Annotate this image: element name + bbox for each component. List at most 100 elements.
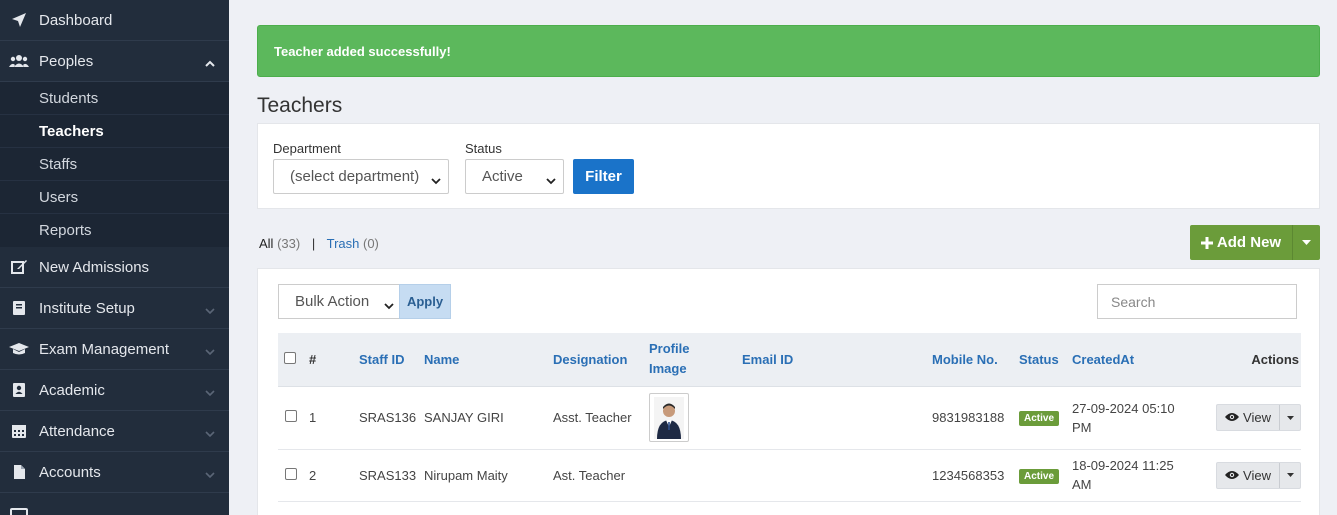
status-label: Status: [465, 141, 502, 156]
sidebar-item-label: Peoples: [39, 52, 94, 70]
view-filters: All (33) | Trash (0): [259, 236, 379, 251]
header-created[interactable]: CreatedAt: [1072, 333, 1205, 387]
filter-button[interactable]: Filter: [573, 159, 634, 194]
view-dropdown-toggle[interactable]: [1280, 405, 1300, 430]
edit-icon: [9, 258, 29, 276]
view-all-count: (33): [277, 236, 301, 251]
header-profile-image[interactable]: Profile Image: [649, 333, 742, 387]
row-mobile: 9831983188: [932, 386, 1019, 450]
select-all-checkbox[interactable]: [284, 351, 296, 364]
main-content: Teacher added successfully! Teachers Dep…: [229, 0, 1337, 515]
select-all-cell: [278, 333, 301, 387]
chevron-down-icon: [384, 297, 394, 314]
caret-down-icon: [1286, 415, 1294, 420]
row-checkbox[interactable]: [285, 467, 297, 480]
row-created-line1: 27-09-2024 05:10: [1072, 400, 1175, 416]
sidebar-item-institute-setup[interactable]: Institute Setup: [0, 288, 229, 329]
sidebar-item-next[interactable]: [0, 493, 229, 515]
row-checkbox[interactable]: [285, 410, 297, 422]
view-button-label: View: [1243, 410, 1271, 425]
sidebar-sub-teachers[interactable]: Teachers: [0, 115, 229, 148]
sidebar-sub-staffs[interactable]: Staffs: [0, 148, 229, 181]
chevron-down-icon: [431, 172, 441, 189]
book-icon: [9, 299, 29, 317]
table-row: 1 SRAS136 SANJAY GIRI Asst. Teacher 9831…: [278, 386, 1301, 450]
row-status-cell: Active: [1019, 386, 1072, 450]
table-header-row: # Staff ID Name Designation Profile Imag…: [278, 333, 1301, 387]
header-staff-id[interactable]: Staff ID: [359, 333, 424, 387]
view-button[interactable]: View: [1217, 462, 1280, 488]
row-profile-image-cell: [649, 386, 742, 450]
sidebar-item-attendance[interactable]: Attendance: [0, 411, 229, 452]
sidebar-item-label: Exam Management: [39, 340, 170, 358]
sidebar-sub-students[interactable]: Students: [0, 82, 229, 115]
filter-panel: Department (select department) Status Ac…: [257, 123, 1320, 209]
row-profile-image-cell: [649, 449, 742, 502]
status-badge: Active: [1019, 411, 1060, 426]
sidebar-item-exam-management[interactable]: Exam Management: [0, 329, 229, 370]
add-new-button[interactable]: Add New: [1190, 225, 1293, 260]
header-profile-line1: Profile: [649, 341, 690, 357]
page-title: Teachers: [257, 94, 343, 117]
row-name: SANJAY GIRI: [424, 386, 553, 450]
sidebar-item-label: Accounts: [39, 463, 101, 481]
chevron-down-icon: [205, 384, 215, 401]
header-profile-line2: Image: [649, 361, 687, 377]
header-name[interactable]: Name: [424, 333, 553, 387]
peoples-submenu: Students Teachers Staffs Users Reports: [0, 82, 229, 247]
row-email: [742, 449, 932, 502]
status-select[interactable]: Active: [465, 159, 564, 194]
row-mobile: 1234568353: [932, 449, 1019, 502]
add-new-label: Add New: [1216, 234, 1282, 251]
view-dropdown-toggle[interactable]: [1280, 463, 1300, 488]
cash-icon: [9, 504, 29, 515]
caret-down-icon: [1302, 240, 1311, 245]
sidebar-item-dashboard[interactable]: Dashboard: [0, 0, 229, 41]
bulk-action-value: Bulk Action: [295, 293, 370, 310]
apply-button[interactable]: Apply: [399, 284, 451, 319]
department-select[interactable]: (select department): [273, 159, 449, 194]
success-alert: Teacher added successfully!: [257, 25, 1320, 77]
row-checkbox-cell: [278, 449, 301, 502]
row-actions-cell: View: [1205, 386, 1301, 450]
header-actions: Actions: [1205, 333, 1301, 387]
add-new-button-group: Add New: [1190, 225, 1320, 260]
add-new-dropdown-toggle[interactable]: [1293, 225, 1320, 260]
chevron-down-icon: [205, 302, 215, 319]
plus-icon: [1200, 236, 1213, 249]
view-trash-link[interactable]: Trash: [327, 236, 360, 251]
search-input[interactable]: Search: [1097, 284, 1297, 319]
status-badge: Active: [1019, 468, 1060, 484]
sidebar-item-new-admissions[interactable]: New Admissions: [0, 247, 229, 288]
profile-image[interactable]: [649, 393, 689, 442]
header-mobile[interactable]: Mobile No.: [932, 333, 1019, 387]
header-status[interactable]: Status: [1019, 333, 1072, 387]
header-email[interactable]: Email ID: [742, 333, 932, 387]
view-button[interactable]: View: [1217, 405, 1280, 430]
sidebar-sub-users[interactable]: Users: [0, 181, 229, 214]
row-staff-id: SRAS133: [359, 449, 424, 502]
sidebar-item-academic[interactable]: Academic: [0, 370, 229, 411]
eye-icon: [1225, 410, 1240, 425]
bulk-action-select[interactable]: Bulk Action: [278, 284, 400, 319]
alert-message: Teacher added successfully!: [274, 43, 451, 59]
department-select-value: (select department): [290, 168, 420, 185]
chevron-down-icon: [205, 425, 215, 442]
row-checkbox-cell: [278, 386, 301, 450]
sidebar-item-accounts[interactable]: Accounts: [0, 452, 229, 493]
users-icon: [9, 52, 29, 70]
chevron-down-icon: [205, 466, 215, 483]
status-select-value: Active: [482, 168, 523, 185]
header-designation[interactable]: Designation: [553, 333, 649, 387]
view-all-link[interactable]: All: [259, 236, 273, 251]
teachers-table: # Staff ID Name Designation Profile Imag…: [278, 333, 1301, 502]
row-created: 27-09-2024 05:10 PM: [1072, 386, 1205, 450]
chevron-down-icon: [546, 172, 556, 189]
row-created-line1: 18-09-2024 11:25: [1072, 458, 1174, 473]
teachers-table-panel: Bulk Action Apply Search # Staff ID Name…: [257, 268, 1320, 515]
sidebar-sub-reports[interactable]: Reports: [0, 214, 229, 247]
row-name: Nirupam Maity: [424, 449, 553, 502]
sidebar-item-peoples[interactable]: Peoples: [0, 41, 229, 82]
sidebar-item-label: Institute Setup: [39, 299, 135, 317]
eye-icon: [1225, 468, 1240, 483]
